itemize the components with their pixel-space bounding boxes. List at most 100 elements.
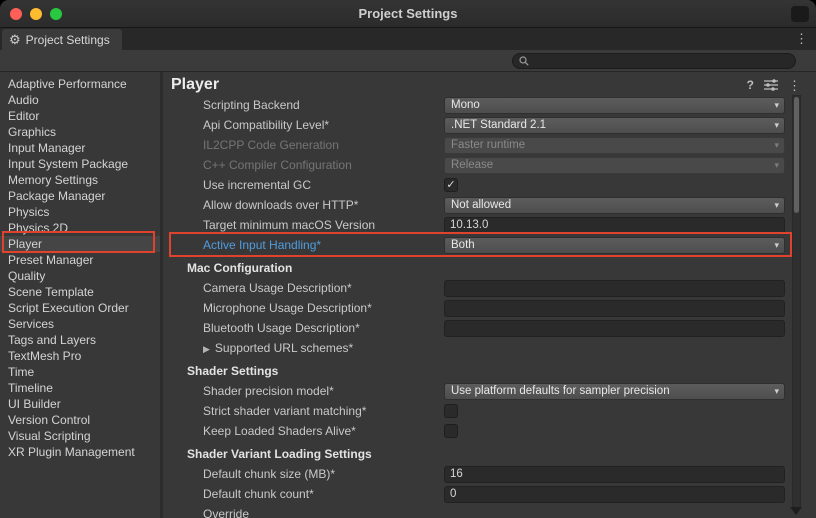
dropdown-value: Mono xyxy=(451,99,770,111)
close-button[interactable] xyxy=(10,8,22,20)
sidebar-item-services[interactable]: Services xyxy=(0,316,160,332)
chevron-down-icon: ▾ xyxy=(774,100,779,111)
sidebar-item-scene-template[interactable]: Scene Template xyxy=(0,284,160,300)
search-input[interactable] xyxy=(533,55,789,67)
value-il2cpp-code-generation: Faster runtime ▾ xyxy=(444,137,785,154)
sidebar-item-quality[interactable]: Quality xyxy=(0,268,160,284)
search-box[interactable] xyxy=(512,53,796,69)
sidebar-item-physics-2d[interactable]: Physics 2D xyxy=(0,220,160,236)
value-use-incremental-gc: ✓ xyxy=(444,178,785,192)
row-default-chunk-count: Default chunk count* xyxy=(163,484,816,504)
sidebar-item-tags-and-layers[interactable]: Tags and Layers xyxy=(0,332,160,348)
sidebar-item-version-control[interactable]: Version Control xyxy=(0,412,160,428)
field-default-chunk-count[interactable] xyxy=(444,486,785,503)
sidebar-item-audio[interactable]: Audio xyxy=(0,92,160,108)
sidebar-item-memory-settings[interactable]: Memory Settings xyxy=(0,172,160,188)
settings-header: Player ? ⋮ xyxy=(163,72,816,95)
row-strict-shader-variant-matching: Strict shader variant matching* xyxy=(163,401,816,421)
dropdown-api-compatibility-level[interactable]: .NET Standard 2.1▾ xyxy=(444,117,785,134)
more-menu-icon[interactable]: ⋮ xyxy=(788,79,801,92)
field-target-minimum-macos-version[interactable] xyxy=(444,217,785,234)
presets-icon[interactable] xyxy=(764,79,778,91)
row-shader-precision-model: Shader precision model*Use platform defa… xyxy=(163,381,816,401)
field-microphone-usage-description[interactable] xyxy=(444,300,785,317)
scrollbar-thumb[interactable] xyxy=(794,97,799,213)
foldout-arrow-icon: ▶ xyxy=(203,344,210,354)
dropdown-allow-downloads-over-http[interactable]: Not allowed▾ xyxy=(444,197,785,214)
sidebar-item-input-system-package[interactable]: Input System Package xyxy=(0,156,160,172)
sidebar-item-physics[interactable]: Physics xyxy=(0,204,160,220)
sidebar-item-xr-plugin-management[interactable]: XR Plugin Management xyxy=(0,444,160,460)
sidebar-item-time[interactable]: Time xyxy=(0,364,160,380)
label-api-compatibility-level: Api Compatibility Level* xyxy=(163,118,444,132)
row-override: Override xyxy=(163,504,816,518)
toolbar xyxy=(0,50,816,72)
field-camera-usage-description[interactable] xyxy=(444,280,785,297)
label-bluetooth-usage-description: Bluetooth Usage Description* xyxy=(163,321,444,335)
row-microphone-usage-description: Microphone Usage Description* xyxy=(163,298,816,318)
vertical-scrollbar[interactable] xyxy=(792,95,801,508)
sidebar-item-preset-manager[interactable]: Preset Manager xyxy=(0,252,160,268)
field-default-chunk-size-mb[interactable] xyxy=(444,466,785,483)
value-active-input-handling: Both▾ xyxy=(444,237,785,254)
tab-menu-icon[interactable]: ⋮ xyxy=(795,31,808,47)
row-target-minimum-macos-version: Target minimum macOS Version xyxy=(163,215,816,235)
row-api-compatibility-level: Api Compatibility Level*.NET Standard 2.… xyxy=(163,115,816,135)
titlebar-widget-icon xyxy=(791,6,809,22)
dropdown-il2cpp-code-generation: Faster runtime ▾ xyxy=(444,137,785,154)
label-allow-downloads-over-http: Allow downloads over HTTP* xyxy=(163,198,444,212)
label-camera-usage-description: Camera Usage Description* xyxy=(163,281,444,295)
sidebar-item-input-manager[interactable]: Input Manager xyxy=(0,140,160,156)
row-default-chunk-size-mb: Default chunk size (MB)* xyxy=(163,464,816,484)
help-icon[interactable]: ? xyxy=(747,79,754,91)
label-il2cpp-code-generation: IL2CPP Code Generation xyxy=(163,138,444,152)
value-target-minimum-macos-version xyxy=(444,217,785,234)
row-keep-loaded-shaders-alive: Keep Loaded Shaders Alive* xyxy=(163,421,816,441)
chevron-down-icon: ▾ xyxy=(774,140,779,151)
dropdown-value: Not allowed xyxy=(451,199,770,211)
section-shader-settings: Shader Settings xyxy=(163,361,816,381)
sidebar-item-ui-builder[interactable]: UI Builder xyxy=(0,396,160,412)
row-bluetooth-usage-description: Bluetooth Usage Description* xyxy=(163,318,816,338)
label-shader-precision-model: Shader precision model* xyxy=(163,384,444,398)
dropdown-value: Both xyxy=(451,239,770,251)
label-keep-loaded-shaders-alive: Keep Loaded Shaders Alive* xyxy=(163,424,444,438)
project-settings-window: Project Settings ⚙ Project Settings ⋮ Ad… xyxy=(0,0,816,518)
row-use-incremental-gc: Use incremental GC✓ xyxy=(163,175,816,195)
row-il2cpp-code-generation: IL2CPP Code Generation Faster runtime ▾ xyxy=(163,135,816,155)
label-supported-url-schemes[interactable]: ▶Supported URL schemes* xyxy=(163,341,444,355)
row-c-compiler-configuration: C++ Compiler ConfigurationRelease▾ xyxy=(163,155,816,175)
chevron-down-icon: ▾ xyxy=(774,160,779,171)
field-bluetooth-usage-description[interactable] xyxy=(444,320,785,337)
sidebar-item-package-manager[interactable]: Package Manager xyxy=(0,188,160,204)
label-scripting-backend: Scripting Backend xyxy=(163,98,444,112)
tab-bar: ⚙ Project Settings ⋮ xyxy=(0,28,816,50)
tab-project-settings[interactable]: ⚙ Project Settings xyxy=(2,29,122,50)
sidebar-item-adaptive-performance[interactable]: Adaptive Performance xyxy=(0,76,160,92)
row-allow-downloads-over-http: Allow downloads over HTTP*Not allowed▾ xyxy=(163,195,816,215)
label-default-chunk-count: Default chunk count* xyxy=(163,487,444,501)
checkbox-strict-shader-variant-matching[interactable] xyxy=(444,404,458,418)
value-c-compiler-configuration: Release▾ xyxy=(444,157,785,174)
sidebar-item-player[interactable]: Player xyxy=(0,236,160,252)
checkbox-keep-loaded-shaders-alive[interactable] xyxy=(444,424,458,438)
sidebar-item-editor[interactable]: Editor xyxy=(0,108,160,124)
sidebar-item-graphics[interactable]: Graphics xyxy=(0,124,160,140)
dropdown-value: Faster runtime xyxy=(451,139,770,151)
zoom-button[interactable] xyxy=(50,8,62,20)
content-area: Adaptive PerformanceAudioEditorGraphicsI… xyxy=(0,72,816,518)
gear-icon: ⚙ xyxy=(9,33,21,46)
label-microphone-usage-description: Microphone Usage Description* xyxy=(163,301,444,315)
sidebar-item-textmesh-pro[interactable]: TextMesh Pro xyxy=(0,348,160,364)
label-active-input-handling: Active Input Handling* xyxy=(163,238,444,252)
dropdown-shader-precision-model[interactable]: Use platform defaults for sampler precis… xyxy=(444,383,785,400)
sidebar-item-visual-scripting[interactable]: Visual Scripting xyxy=(0,428,160,444)
sidebar-item-timeline[interactable]: Timeline xyxy=(0,380,160,396)
sidebar-item-script-execution-order[interactable]: Script Execution Order xyxy=(0,300,160,316)
dropdown-scripting-backend[interactable]: Mono ▾ xyxy=(444,97,785,114)
checkbox-use-incremental-gc[interactable]: ✓ xyxy=(444,178,458,192)
sidebar-list: Adaptive PerformanceAudioEditorGraphicsI… xyxy=(0,72,163,518)
minimize-button[interactable] xyxy=(30,8,42,20)
header-icons: ? ⋮ xyxy=(747,79,801,92)
dropdown-active-input-handling[interactable]: Both▾ xyxy=(444,237,785,254)
